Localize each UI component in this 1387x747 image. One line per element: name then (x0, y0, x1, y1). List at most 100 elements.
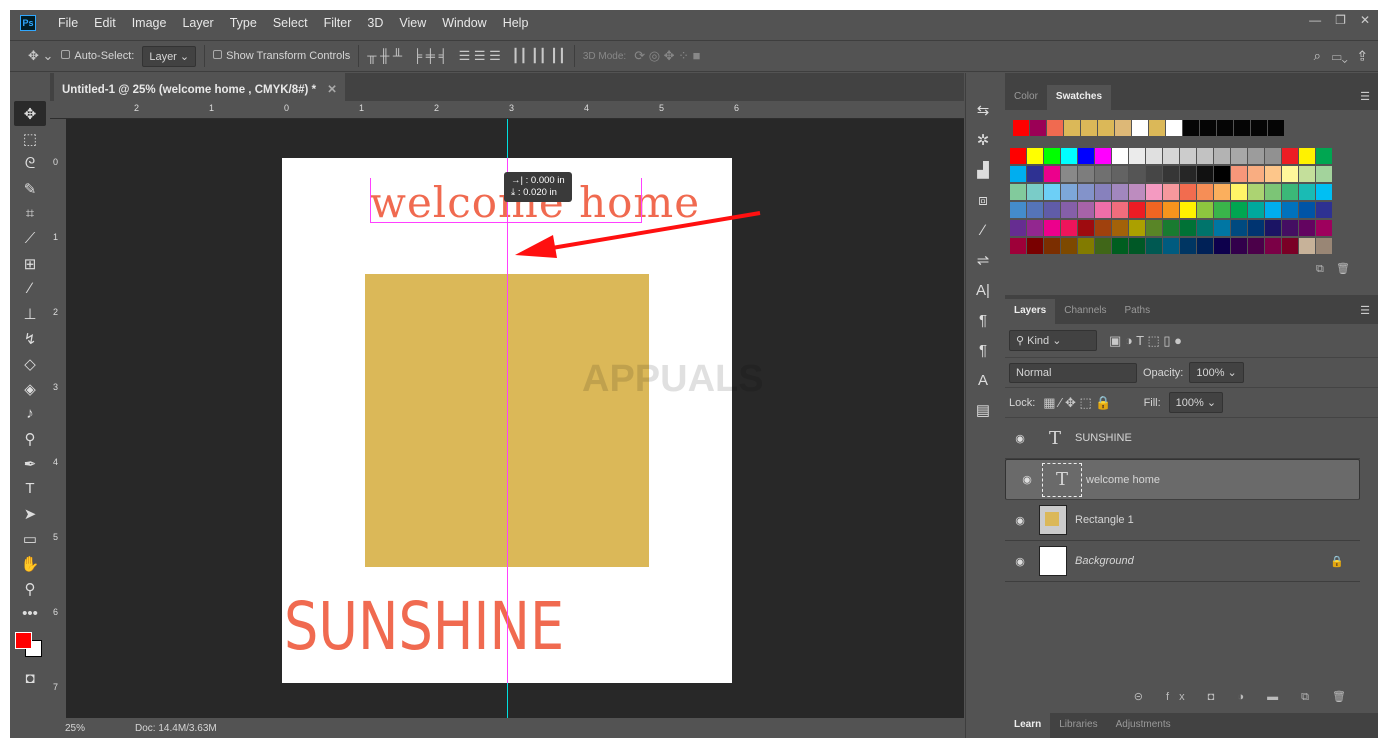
swatch[interactable] (1146, 202, 1162, 218)
swatch[interactable] (1180, 166, 1196, 182)
character-icon[interactable]: A| (966, 275, 1000, 305)
swatch[interactable] (1265, 202, 1281, 218)
filter-icons[interactable]: ▣ ◑ T ⬚ ▯ ● (1109, 333, 1182, 349)
swatch[interactable] (1299, 220, 1315, 236)
menu-edit[interactable]: Edit (86, 16, 124, 30)
swatch[interactable] (1010, 184, 1026, 200)
close-icon[interactable]: ✕ (1360, 13, 1370, 27)
close-tab-icon[interactable]: ✕ (327, 84, 337, 96)
healing-tool[interactable]: ⊞ (14, 251, 46, 276)
swatch[interactable] (1197, 202, 1213, 218)
swatch[interactable] (1214, 220, 1230, 236)
swatch[interactable] (1027, 220, 1043, 236)
swatch[interactable] (1282, 148, 1298, 164)
eraser-tool[interactable]: ◇ (14, 351, 46, 376)
tab-libraries[interactable]: Libraries (1050, 713, 1106, 738)
swatch[interactable] (1078, 202, 1094, 218)
swatch[interactable] (1200, 120, 1216, 136)
history-brush-tool[interactable]: ↯ (14, 326, 46, 351)
menu-3d[interactable]: 3D (359, 16, 391, 30)
swatch[interactable] (1299, 238, 1315, 254)
align-icons[interactable]: ╥ ╫ ╨ ╞ ╪ ╡ ☰ ☰ ☰ ┃┃ ┃┃ ┃┃ (367, 48, 566, 64)
brush-tool[interactable]: ∕ (14, 276, 46, 301)
move-tool[interactable]: ✥ (14, 101, 46, 126)
swatch[interactable] (1231, 166, 1247, 182)
swatch[interactable] (1129, 184, 1145, 200)
swatch[interactable] (1166, 120, 1182, 136)
swatch[interactable] (1299, 184, 1315, 200)
swatch[interactable] (1316, 220, 1332, 236)
swatch[interactable] (1044, 220, 1060, 236)
lock-icons[interactable]: ▦ ∕ ✥ ⬚ 🔒 (1043, 395, 1111, 411)
sunshine-text[interactable]: SUNSHINE (284, 588, 564, 665)
swatch[interactable] (1129, 220, 1145, 236)
swatch[interactable] (1112, 238, 1128, 254)
swatch[interactable] (1214, 148, 1230, 164)
swatch[interactable] (1010, 202, 1026, 218)
swatch[interactable] (1112, 148, 1128, 164)
auto-select-checkbox[interactable]: Auto-Select: (61, 50, 134, 62)
swatch[interactable] (1095, 166, 1111, 182)
eye-icon[interactable]: ◉ (1005, 555, 1035, 568)
paragraph-icon[interactable]: ¶ (966, 305, 1000, 335)
swatch[interactable] (1027, 148, 1043, 164)
swatch[interactable] (1214, 166, 1230, 182)
swatch[interactable] (1265, 148, 1281, 164)
notes-icon[interactable]: ▤ (966, 395, 1000, 425)
eyedropper-tool[interactable]: ⟋ (14, 226, 46, 251)
3d-icon[interactable]: ⧈ (966, 185, 1000, 215)
swatch[interactable] (1265, 184, 1281, 200)
swatch[interactable] (1163, 166, 1179, 182)
swatch[interactable] (1149, 120, 1165, 136)
more-tools[interactable]: ••• (14, 601, 46, 626)
swatch[interactable] (1146, 238, 1162, 254)
swatch[interactable] (1044, 238, 1060, 254)
swatch[interactable] (1047, 120, 1063, 136)
swatch[interactable] (1265, 166, 1281, 182)
swatch[interactable] (1197, 238, 1213, 254)
swatch[interactable] (1248, 220, 1264, 236)
zoom-tool[interactable]: ⚲ (14, 576, 46, 601)
swatch[interactable] (1248, 184, 1264, 200)
swatch[interactable] (1044, 148, 1060, 164)
swatch[interactable] (1129, 238, 1145, 254)
swatch[interactable] (1316, 148, 1332, 164)
swatch[interactable] (1214, 184, 1230, 200)
trash-icon[interactable]: 🗑 (1336, 263, 1350, 275)
swatch[interactable] (1146, 220, 1162, 236)
dodge-tool[interactable]: ⚲ (14, 426, 46, 451)
swatch[interactable] (1061, 202, 1077, 218)
swatch[interactable] (1248, 148, 1264, 164)
properties-icon[interactable]: ⇌ (966, 245, 1000, 275)
tab-channels[interactable]: Channels (1055, 299, 1115, 324)
swatch[interactable] (1078, 184, 1094, 200)
swatch[interactable] (1268, 120, 1284, 136)
tab-adjustments[interactable]: Adjustments (1107, 713, 1180, 738)
restore-icon[interactable]: ❐ (1335, 13, 1346, 27)
swatch[interactable] (1013, 120, 1029, 136)
swatch[interactable] (1180, 238, 1196, 254)
swatch[interactable] (1234, 120, 1250, 136)
swatch[interactable] (1129, 202, 1145, 218)
swatch[interactable] (1214, 238, 1230, 254)
swatch[interactable] (1316, 184, 1332, 200)
swatch[interactable] (1112, 202, 1128, 218)
swatch[interactable] (1098, 120, 1114, 136)
swatch[interactable] (1163, 220, 1179, 236)
crop-tool[interactable]: ⌗ (14, 201, 46, 226)
menu-view[interactable]: View (391, 16, 434, 30)
swatch[interactable] (1061, 184, 1077, 200)
swatch[interactable] (1027, 202, 1043, 218)
swatch[interactable] (1282, 166, 1298, 182)
swatch[interactable] (1112, 220, 1128, 236)
swatch[interactable] (1078, 166, 1094, 182)
swatch[interactable] (1299, 166, 1315, 182)
paragraph-styles-icon[interactable]: ¶ (966, 335, 1000, 365)
swatch[interactable] (1197, 184, 1213, 200)
swatch[interactable] (1027, 238, 1043, 254)
swatch[interactable] (1197, 148, 1213, 164)
character-styles-icon[interactable]: A (966, 365, 1000, 395)
doc-size[interactable]: Doc: 14.4M/3.63M (135, 723, 217, 734)
quick-mask-icon[interactable]: ◘ (14, 666, 46, 691)
swatch[interactable] (1061, 166, 1077, 182)
